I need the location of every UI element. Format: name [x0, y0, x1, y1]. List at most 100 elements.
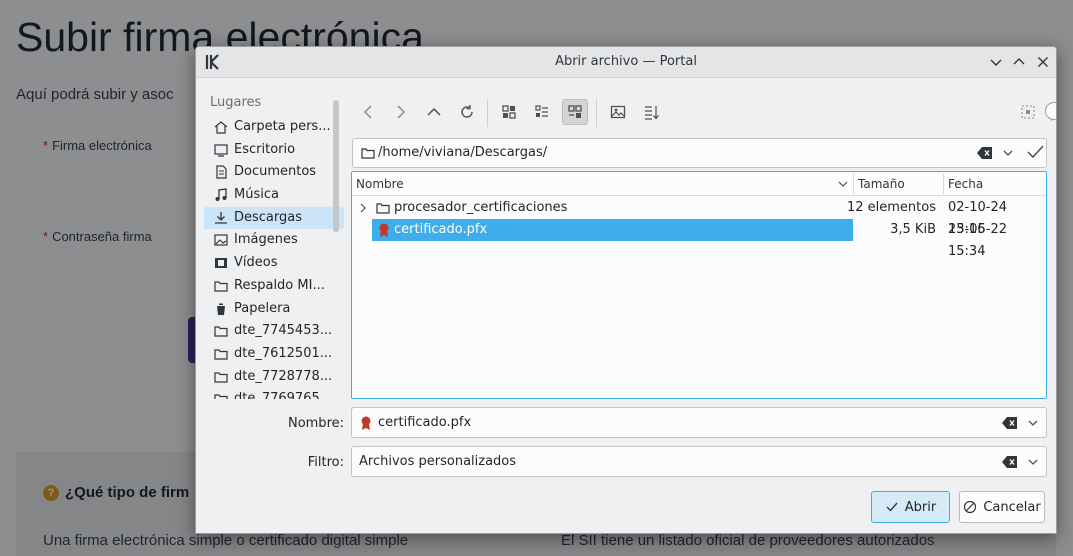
filename-field[interactable]: certificado.pfx: [351, 407, 1047, 438]
file-date: 23-05-22 15:34: [948, 222, 1008, 259]
sidebar-item[interactable]: dte_7769765: [204, 388, 344, 399]
file-name: certificado.pfx: [394, 222, 488, 237]
column-date[interactable]: Fecha: [948, 177, 983, 191]
sidebar-item-label: Imágenes: [234, 232, 298, 248]
location-bar[interactable]: /home/viviana/Descargas/: [352, 138, 1047, 168]
sidebar-item-label: dte_7769765: [234, 391, 320, 399]
sidebar-item[interactable]: Descargas: [204, 206, 344, 230]
clear-icon[interactable]: [977, 146, 993, 160]
places-heading: Lugares: [210, 95, 262, 110]
folder-icon: [214, 279, 228, 293]
up-icon[interactable]: [421, 99, 447, 125]
certificate-icon: [361, 416, 371, 430]
file-size: 3,5 KiB: [890, 222, 936, 237]
sidebar-item[interactable]: Documentos: [204, 161, 344, 184]
sidebar-item-label: Papelera: [234, 300, 291, 316]
sidebar-item[interactable]: Carpeta pers...: [204, 116, 344, 139]
icons-view-icon[interactable]: [496, 99, 522, 125]
sidebar-item-label: dte_7745453...: [234, 323, 333, 339]
cancel-button[interactable]: Cancelar: [959, 491, 1045, 523]
column-name[interactable]: Nombre: [356, 177, 404, 191]
dialog-title: Abrir archivo — Portal: [555, 54, 697, 69]
details-view-icon[interactable]: [562, 99, 588, 125]
folder-icon: [214, 324, 228, 338]
forward-icon[interactable]: [387, 99, 413, 125]
toolbar-separator: [487, 99, 488, 127]
clear-icon[interactable]: [1002, 455, 1018, 469]
file-list-header: Nombre Tamaño Fecha: [352, 172, 1046, 196]
sidebar-item-label: dte_7728778...: [234, 368, 333, 384]
downloads-icon: [214, 211, 228, 225]
music-icon: [214, 188, 228, 202]
sidebar-item[interactable]: Vídeos: [204, 252, 344, 275]
back-icon[interactable]: [356, 99, 382, 125]
pictures-icon: [214, 233, 228, 247]
clear-icon[interactable]: [1002, 416, 1018, 430]
sidebar-item-label: Respaldo MI...: [234, 277, 325, 293]
cancel-icon: [964, 500, 977, 514]
go-icon[interactable]: [1025, 141, 1045, 163]
toolbar: [351, 91, 1056, 131]
chevron-right-icon[interactable]: [358, 203, 368, 213]
file-dialog: Abrir archivo — Portal Lugares Carpeta p…: [195, 46, 1057, 534]
filter-value[interactable]: Archivos personalizados: [359, 454, 516, 469]
zoom-out-icon[interactable]: [1015, 99, 1041, 125]
sort-icon[interactable]: [638, 99, 664, 125]
dialog-titlebar[interactable]: Abrir archivo — Portal: [196, 47, 1056, 78]
filename-value[interactable]: certificado.pfx: [378, 415, 471, 430]
cancel-button-label: Cancelar: [983, 499, 1041, 515]
open-button[interactable]: Abrir: [871, 491, 950, 523]
sidebar-item[interactable]: Imágenes: [204, 229, 344, 252]
sidebar-item[interactable]: Respaldo MI...: [204, 275, 344, 298]
checkmark-icon: [886, 502, 898, 512]
file-row-selected[interactable]: certificado.pfx 3,5 KiB 23-05-22 15:34: [352, 219, 1046, 259]
filter-combo[interactable]: Archivos personalizados: [351, 446, 1047, 477]
desktop-icon: [214, 143, 228, 157]
sidebar-item[interactable]: dte_7745453...: [204, 320, 344, 343]
name-label: Nombre:: [287, 416, 344, 431]
sidebar-item-label: Documentos: [234, 164, 317, 180]
chevron-down-icon[interactable]: [1026, 414, 1040, 432]
reload-icon[interactable]: [454, 99, 480, 125]
zoom-slider-handle[interactable]: [1045, 102, 1056, 120]
location-path[interactable]: /home/viviana/Descargas/: [378, 145, 547, 160]
sidebar-item-label: Vídeos: [234, 255, 278, 271]
folder-icon: [214, 347, 228, 361]
folder-icon: [376, 203, 390, 214]
chevron-down-icon[interactable]: [1001, 144, 1015, 162]
open-button-label: Abrir: [904, 499, 937, 515]
folder-icon: [361, 148, 375, 159]
sidebar-item-label: Música: [234, 187, 279, 203]
compact-view-icon[interactable]: [529, 99, 555, 125]
filter-label: Filtro:: [307, 455, 344, 470]
places-panel: Lugares Carpeta pers... Escritorio Documen…: [204, 91, 344, 399]
sidebar-item-label: Descargas: [234, 209, 303, 225]
sidebar-item[interactable]: dte_7728778...: [204, 366, 344, 389]
close-icon[interactable]: [1035, 54, 1051, 70]
trash-icon: [214, 302, 228, 316]
sort-chevron-icon[interactable]: [837, 179, 849, 189]
maximize-icon[interactable]: [1011, 54, 1027, 70]
file-size: 12 elementos: [846, 200, 936, 215]
column-size[interactable]: Tamaño: [858, 177, 905, 191]
toolbar-separator: [596, 99, 597, 127]
sidebar-item-label: dte_7612501...: [234, 345, 333, 361]
sidebar-item[interactable]: Escritorio: [204, 139, 344, 162]
sidebar-scrollbar[interactable]: [333, 100, 339, 232]
folder-icon: [214, 392, 228, 399]
minimize-icon[interactable]: [988, 54, 1004, 70]
preview-icon[interactable]: [605, 99, 631, 125]
certificate-icon: [379, 223, 389, 237]
sidebar-item-label: Carpeta pers...: [234, 119, 331, 134]
file-name: procesador_certificaciones: [394, 200, 568, 215]
home-icon: [214, 120, 228, 134]
sidebar-item-label: Escritorio: [234, 141, 296, 157]
file-row[interactable]: procesador_certificaciones 12 elementos …: [352, 197, 1046, 237]
documents-icon: [214, 165, 228, 179]
sidebar-item[interactable]: dte_7612501...: [204, 343, 344, 366]
file-list[interactable]: Nombre Tamaño Fecha procesador_certifica…: [351, 171, 1047, 399]
sidebar-item[interactable]: Papelera: [204, 298, 344, 321]
sidebar-item[interactable]: Música: [204, 184, 344, 207]
folder-icon: [214, 370, 228, 384]
chevron-down-icon[interactable]: [1026, 453, 1040, 471]
